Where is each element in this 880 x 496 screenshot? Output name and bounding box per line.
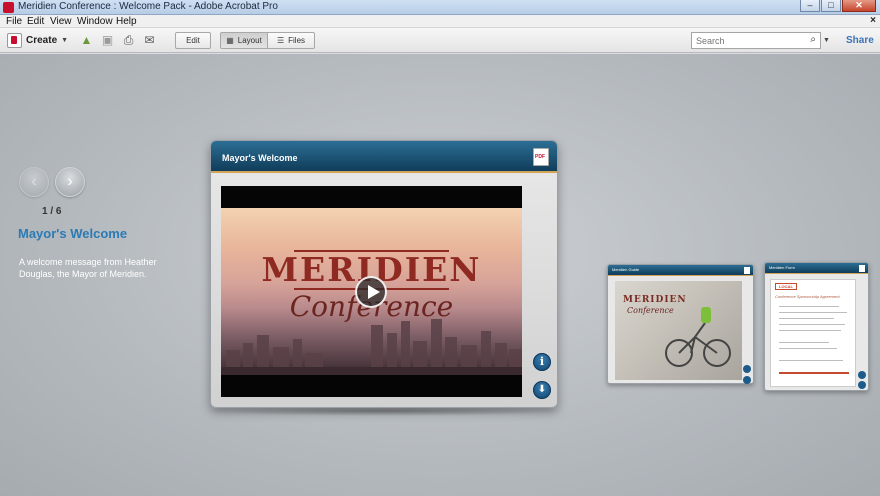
binoculars-icon[interactable]: ⌕ — [810, 34, 816, 45]
email-icon[interactable]: ✉ — [142, 33, 157, 47]
edit-button[interactable]: Edit — [175, 32, 211, 49]
chevron-down-icon: ▼ — [61, 37, 69, 44]
pdf-icon — [859, 265, 865, 272]
thumbnail-header-title: Meridien Guide — [612, 267, 640, 272]
share-button[interactable]: Share — [846, 35, 874, 46]
thumbnail-guide[interactable]: Meridien Guide MERIDIEN Conference — [607, 264, 754, 384]
search-input[interactable] — [692, 33, 800, 48]
search-box: ⌕ — [691, 32, 821, 49]
skyline-graphic — [221, 319, 522, 375]
thumbnail-header: Meridien Guide — [608, 265, 753, 276]
video-frame: MERIDIEN Conference — [221, 208, 522, 375]
thumbnail-header-title: Meridien Form — [769, 265, 795, 270]
create-icon — [7, 33, 22, 48]
info-icon[interactable] — [743, 365, 751, 373]
close-window-button[interactable]: ✕ — [842, 0, 876, 12]
form-logo: LOCAL — [775, 283, 797, 290]
slide-title: Mayor's Welcome — [18, 226, 128, 241]
thumbnail-image: MERIDIEN Conference — [615, 281, 742, 380]
files-label: Files — [288, 36, 306, 45]
form-line — [779, 330, 841, 331]
bicycle-graphic — [665, 307, 731, 367]
open-icon[interactable]: ▲ — [79, 33, 94, 47]
window-controls: – □ ✕ — [800, 0, 876, 13]
save-icon[interactable]: ▣ — [100, 33, 115, 47]
title-bar: Meridien Conference : Welcome Pack - Ado… — [0, 0, 880, 15]
portfolio-viewer: ‹ › 1 / 6 Mayor's Welcome A welcome mess… — [0, 54, 880, 496]
app-icon — [3, 2, 14, 13]
card-header: Mayor's Welcome — [211, 141, 557, 173]
menu-help[interactable]: Help — [116, 16, 137, 27]
next-button[interactable]: › — [55, 167, 85, 197]
close-document-button[interactable]: × — [870, 15, 876, 26]
files-button[interactable]: ☰ Files — [268, 32, 315, 49]
files-icon: ☰ — [276, 36, 285, 45]
main-card[interactable]: Mayor's Welcome PDF MERIDIEN i ⬇ — [210, 140, 558, 408]
page-counter: 1 / 6 — [42, 206, 62, 217]
download-icon[interactable]: ⬇ — [533, 381, 551, 399]
slide-description: A welcome message from Heather Douglas, … — [19, 257, 157, 279]
maximize-button[interactable]: □ — [821, 0, 841, 12]
form-line — [779, 306, 839, 307]
layout-label: Layout — [237, 36, 262, 45]
pdf-icon — [744, 267, 750, 274]
form-heading: Conference Sponsorship Agreement — [775, 294, 840, 299]
window-title: Meridien Conference : Welcome Pack - Ado… — [18, 1, 278, 12]
minimize-button[interactable]: – — [800, 0, 820, 12]
toolbar: Create ▼ ▲ ▣ ⎙ ✉ Edit ▦ Layout ☰ Files ⌕… — [0, 28, 880, 53]
thumbnail-form[interactable]: Meridien Form LOCAL Conference Sponsorsh… — [764, 262, 869, 391]
form-line — [779, 318, 834, 319]
form-document: LOCAL Conference Sponsorship Agreement — [770, 279, 856, 387]
create-button[interactable]: Create ▼ — [7, 32, 68, 49]
form-line — [779, 348, 837, 349]
print-icon[interactable]: ⎙ — [121, 33, 136, 47]
layout-icon: ▦ — [226, 36, 234, 45]
download-icon[interactable] — [743, 376, 751, 384]
layout-button[interactable]: ▦ Layout — [220, 32, 268, 49]
card-title: Mayor's Welcome — [222, 153, 298, 163]
form-line — [779, 372, 849, 374]
pdf-icon[interactable] — [533, 148, 549, 166]
view-mode-toggle: ▦ Layout ☰ Files — [220, 32, 315, 49]
search-options-chevron-icon[interactable]: ▼ — [823, 37, 830, 44]
info-icon[interactable] — [858, 371, 866, 379]
thumbnail-header: Meridien Form — [765, 263, 868, 274]
menu-view[interactable]: View — [50, 16, 72, 27]
form-line — [779, 360, 843, 361]
download-icon[interactable] — [858, 381, 866, 389]
previous-button[interactable]: ‹ — [19, 167, 49, 197]
menu-edit[interactable]: Edit — [27, 16, 44, 27]
form-line — [779, 312, 847, 313]
play-icon[interactable] — [355, 276, 387, 308]
menu-bar: File Edit View Window Help × — [0, 15, 880, 28]
create-label: Create — [26, 35, 58, 46]
menu-file[interactable]: File — [6, 16, 22, 27]
form-line — [779, 324, 845, 325]
info-icon[interactable]: i — [533, 353, 551, 371]
video-player[interactable]: MERIDIEN Conference — [221, 186, 522, 397]
menu-window[interactable]: Window — [77, 16, 113, 27]
form-line — [779, 342, 829, 343]
